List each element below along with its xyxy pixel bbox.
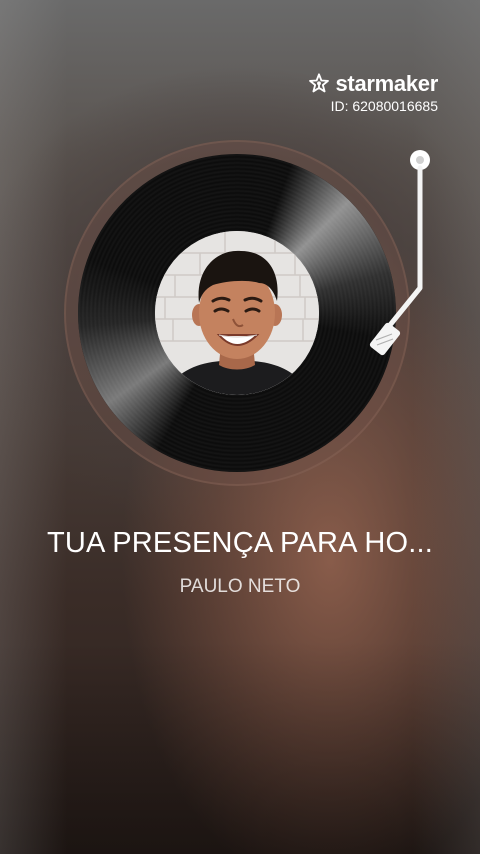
starmaker-logo-icon <box>308 73 329 93</box>
tonearm-icon <box>369 150 430 356</box>
brand-row: starmaker <box>308 71 439 96</box>
song-title: TUA PRESENÇA PARA HO... <box>46 527 433 559</box>
artist-name: PAULO NETO <box>179 576 301 597</box>
brand-name: starmaker <box>335 71 439 96</box>
singer-portrait <box>155 231 319 395</box>
song-player-screen: starmaker ID: 62080016685 TUA PRESENÇA P… <box>0 0 480 854</box>
singer-cover-photo <box>155 231 319 395</box>
recording-id: ID: 62080016685 <box>330 98 438 114</box>
starmaker-watermark: starmaker ID: 62080016685 <box>308 71 439 115</box>
